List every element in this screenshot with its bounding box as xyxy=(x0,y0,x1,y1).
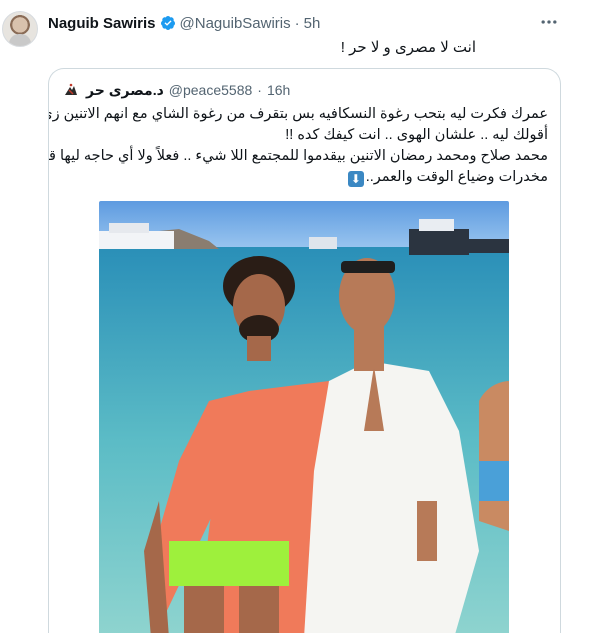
quoted-line-4: مخدرات وضياع الوقت والعمر..⬇ xyxy=(56,167,548,188)
tweet-text: انت لا مصرى و لا حر ! xyxy=(340,39,476,56)
quoted-author-avatar[interactable] xyxy=(61,80,81,100)
author-handle[interactable]: @NaguibSawiris xyxy=(180,15,291,32)
quoted-tweet-photo[interactable] xyxy=(99,201,509,633)
quoted-tweet-card[interactable]: د.مصرى حر @peace5588 · 16h عمرك فكرت ليه… xyxy=(48,68,561,633)
quoted-line-4-text: مخدرات وضياع الوقت والعمر.. xyxy=(365,169,548,185)
author-name[interactable]: Naguib Sawiris xyxy=(48,15,156,32)
quoted-line-3: محمد صلاح ومحمد رمضان الاتنين بيقدموا لل… xyxy=(49,148,548,164)
quoted-line-2: أقولك ليه .. علشان الهوى .. انت كيفك كده… xyxy=(285,127,548,143)
quoted-author-name[interactable]: د.مصرى حر xyxy=(86,82,164,99)
verified-badge-icon xyxy=(160,15,176,31)
tweet-time[interactable]: 5h xyxy=(304,15,321,32)
quoted-separator: · xyxy=(257,82,262,98)
quoted-tweet-header: د.مصرى حر @peace5588 · 16h xyxy=(61,80,290,100)
more-dots-icon[interactable] xyxy=(538,12,560,32)
tweet-header: Naguib Sawiris @NaguibSawiris · 5h xyxy=(48,13,320,33)
quoted-tweet-text: عمرك فكرت ليه بتحب رغوة النسكافيه بس بتق… xyxy=(49,104,548,188)
quoted-author-handle[interactable]: @peace5588 xyxy=(169,82,253,98)
down-arrow-emoji-icon: ⬇ xyxy=(347,171,364,187)
quoted-tweet-time[interactable]: 16h xyxy=(267,82,290,98)
header-separator: · xyxy=(294,14,300,32)
quoted-line-1: عمرك فكرت ليه بتحب رغوة النسكافيه بس بتق… xyxy=(49,106,548,122)
author-avatar[interactable] xyxy=(2,11,38,47)
